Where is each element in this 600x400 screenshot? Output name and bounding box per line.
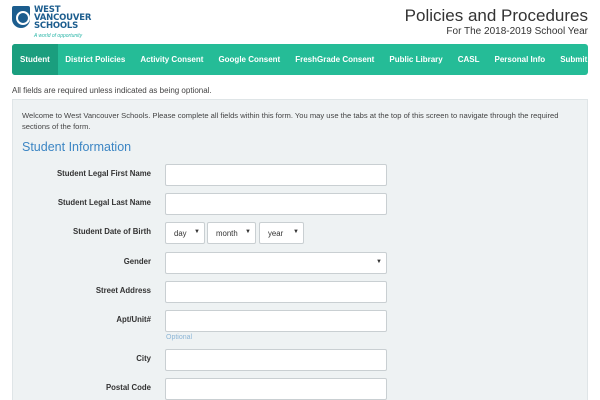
page-subtitle: For The 2018-2019 School Year [446,26,588,37]
intro-text: Welcome to West Vancouver Schools. Pleas… [22,111,559,131]
section-title: Student Information [22,140,132,154]
optional-hint: Optional [166,334,193,341]
dob-row: Student Date of Birth day ▼ month ▼ year… [13,222,589,244]
city-field[interactable] [165,349,387,371]
last-name-label: Student Legal Last Name [57,198,151,207]
gender-row: Gender ▼ [13,252,589,274]
dob-month-value: month [216,229,238,238]
postal-label: Postal Code [105,383,151,392]
tab-submit[interactable]: Submit [553,44,588,75]
page-title: Policies and Procedures [404,6,588,25]
street-row: Street Address [13,281,589,303]
tab-casl[interactable]: CASL [450,44,487,75]
tab-student[interactable]: Student [12,44,58,75]
logo-tagline: A world of opportunity [34,33,83,39]
dob-year-select[interactable]: year ▼ [259,222,304,244]
gender-label: Gender [123,257,151,266]
tab-personal-info[interactable]: Personal Info [487,44,553,75]
city-row: City [13,349,589,371]
dob-label: Student Date of Birth [73,227,151,236]
student-form-panel: Welcome to West Vancouver Schools. Pleas… [12,99,588,400]
last-name-field[interactable] [165,193,387,215]
chevron-down-icon: ▼ [293,229,299,235]
street-label: Street Address [95,286,151,295]
required-fields-note: All fields are required unless indicated… [12,86,212,95]
dob-day-select[interactable]: day ▼ [165,222,205,244]
first-name-row: Student Legal First Name [13,164,589,186]
dob-month-select[interactable]: month ▼ [207,222,256,244]
tab-freshgrade-consent[interactable]: FreshGrade Consent [288,44,382,75]
gender-select[interactable]: ▼ [165,252,387,274]
shield-icon [12,6,30,28]
city-label: City [136,354,151,363]
chevron-down-icon: ▼ [194,229,200,235]
district-logo: WEST VANCOUVER SCHOOLS A world of opport… [12,4,122,44]
dob-year-value: year [268,229,284,238]
apt-unit-field[interactable] [165,310,387,332]
apt-label: Apt/Unit# [116,315,151,324]
first-name-field[interactable] [165,164,387,186]
tab-google-consent[interactable]: Google Consent [211,44,288,75]
logo-wordmark: WEST VANCOUVER SCHOOLS [34,6,91,31]
tab-public-library[interactable]: Public Library [382,44,450,75]
chevron-down-icon: ▼ [245,229,251,235]
first-name-label: Student Legal First Name [56,169,151,178]
chevron-down-icon: ▼ [376,259,382,265]
dob-day-value: day [174,229,187,238]
logo-line-3: SCHOOLS [34,21,79,31]
tab-activity-consent[interactable]: Activity Consent [133,44,211,75]
last-name-row: Student Legal Last Name [13,193,589,215]
postal-row: Postal Code [13,378,589,400]
street-address-field[interactable] [165,281,387,303]
apt-row: Apt/Unit# Optional [13,310,589,341]
postal-code-field[interactable] [165,378,387,400]
section-tabs: Student District Policies Activity Conse… [12,44,588,75]
tab-district-policies[interactable]: District Policies [58,44,133,75]
